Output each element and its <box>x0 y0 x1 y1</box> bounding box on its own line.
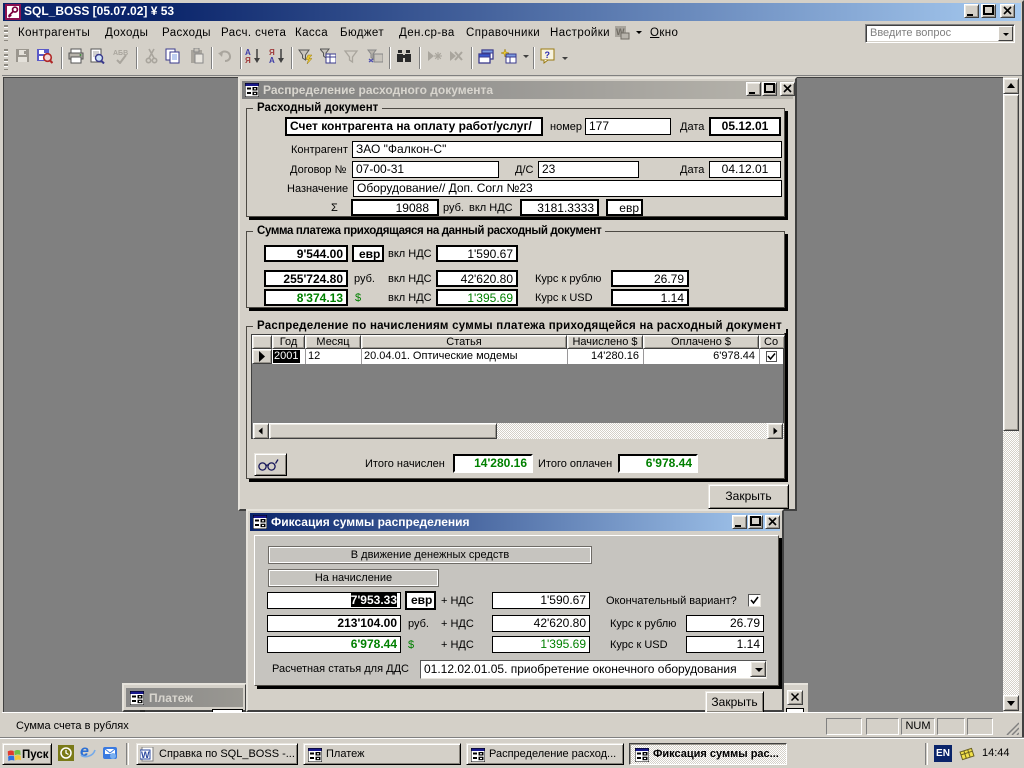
svg-text:А: А <box>269 56 275 64</box>
svg-text:Я: Я <box>245 56 251 64</box>
svg-text:?: ? <box>545 50 551 60</box>
svg-text:W: W <box>141 750 150 760</box>
